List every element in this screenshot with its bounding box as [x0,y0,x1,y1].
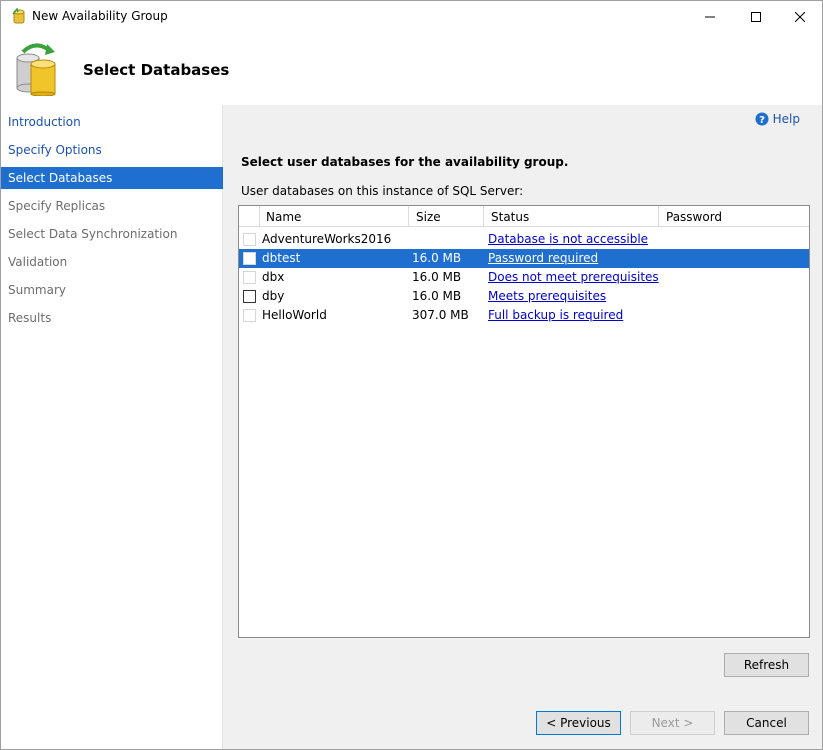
row-checkbox [243,233,256,246]
nav-item-introduction[interactable]: Introduction [1,111,223,133]
nav-item-specify-replicas: Specify Replicas [8,199,106,213]
row-checkbox [243,309,256,322]
table-row[interactable]: dby 16.0 MB Meets prerequisites [239,287,809,306]
database-name: dbtest [262,251,301,265]
wizard-window: New Availability Group Select Databases … [0,0,823,750]
svg-text:?: ? [759,115,765,126]
database-size: 16.0 MB [412,289,462,303]
column-header-name[interactable]: Name [266,210,301,224]
content-panel: ? Help Select user databases for the ava… [224,105,822,749]
nav-item-results: Results [8,311,52,325]
column-header-status[interactable]: Status [491,210,529,224]
database-grid: Name Size Status Password AdventureWorks… [238,205,810,638]
section-title: Select user databases for the availabili… [241,155,569,169]
row-checkbox [243,271,256,284]
nav-item-summary: Summary [8,283,66,297]
row-checkbox [243,252,256,265]
help-icon: ? [755,112,769,126]
column-separator[interactable] [259,206,260,227]
close-icon [795,11,805,22]
column-separator[interactable] [483,206,484,227]
table-row[interactable]: dbx 16.0 MB Does not meet prerequisites [239,268,809,287]
close-button[interactable] [777,1,823,32]
minimize-button[interactable] [687,1,733,32]
previous-button[interactable]: < Previous [536,711,621,735]
title-bar: New Availability Group [1,1,822,32]
column-separator[interactable] [408,206,409,227]
nav-item-validation: Validation [8,255,68,269]
refresh-button[interactable]: Refresh [724,653,809,677]
database-size: 16.0 MB [412,270,462,284]
column-header-size[interactable]: Size [416,210,441,224]
window-title: New Availability Group [32,9,168,23]
nav-item-select-databases[interactable]: Select Databases [1,167,223,189]
header-banner: Select Databases [1,32,822,105]
grid-header: Name Size Status Password [239,206,809,227]
database-status-link[interactable]: Database is not accessible [488,232,648,246]
next-button: Next > [630,711,715,735]
database-sync-icon [16,43,56,96]
page-title: Select Databases [83,61,230,79]
database-name: dbx [262,270,285,284]
list-caption: User databases on this instance of SQL S… [241,184,524,198]
column-separator[interactable] [658,206,659,227]
database-name: dby [262,289,285,303]
wizard-nav: Introduction Specify Options Select Data… [1,105,223,749]
database-size: 307.0 MB [412,308,469,322]
database-size: 16.0 MB [412,251,462,265]
table-row[interactable]: AdventureWorks2016 Database is not acces… [239,230,809,249]
database-app-icon [12,8,25,24]
column-header-password[interactable]: Password [666,210,722,224]
nav-item-specify-options[interactable]: Specify Options [1,139,223,161]
cancel-button[interactable]: Cancel [724,711,809,735]
row-checkbox[interactable] [243,290,256,303]
database-status-link[interactable]: Full backup is required [488,308,623,322]
database-status-link[interactable]: Does not meet prerequisites [488,270,659,284]
database-status-link[interactable]: Meets prerequisites [488,289,606,303]
minimize-icon [705,16,715,17]
table-row[interactable]: HelloWorld 307.0 MB Full backup is requi… [239,306,809,325]
maximize-icon [751,11,761,22]
database-status-link[interactable]: Password required [488,251,598,265]
database-name: AdventureWorks2016 [262,232,392,246]
maximize-button[interactable] [733,1,779,32]
help-link[interactable]: ? Help [755,112,800,126]
help-label: Help [772,112,800,126]
database-name: HelloWorld [262,308,327,322]
table-row[interactable]: dbtest 16.0 MB Password required [239,249,809,268]
nav-item-select-data-synchronization: Select Data Synchronization [8,227,178,241]
